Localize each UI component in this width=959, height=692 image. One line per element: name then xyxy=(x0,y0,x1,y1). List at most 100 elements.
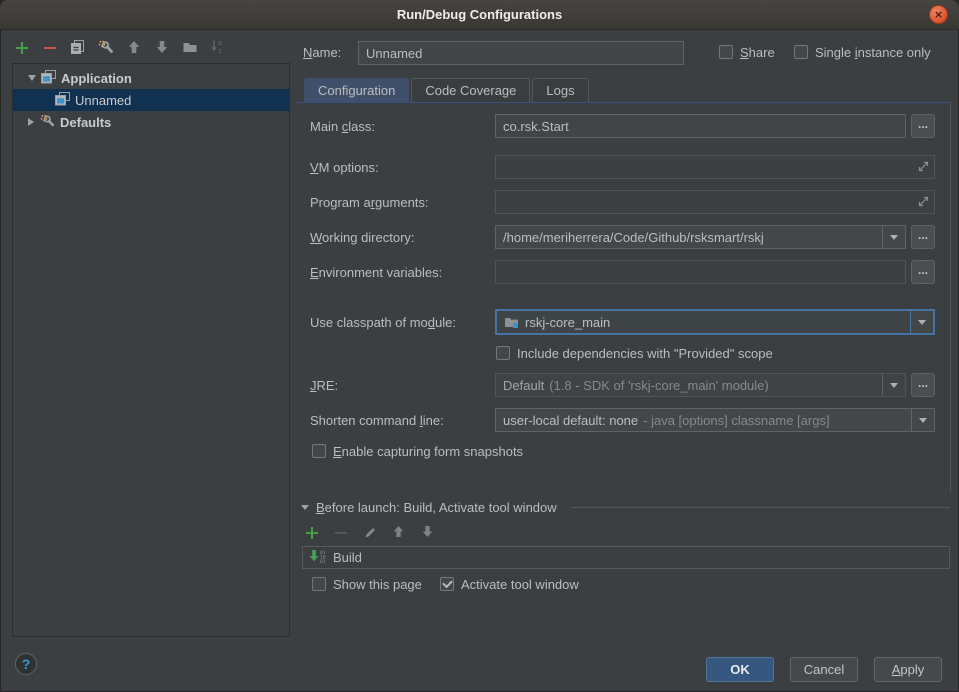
include-provided-checkbox-group[interactable]: Include dependencies with "Provided" sco… xyxy=(496,345,773,361)
tree-item-defaults[interactable]: Defaults xyxy=(13,111,289,133)
add-task-button[interactable] xyxy=(303,525,320,542)
copy-configuration-button[interactable] xyxy=(69,40,86,57)
wrench-icon xyxy=(97,39,114,58)
program-arguments-input[interactable] xyxy=(495,190,935,214)
window-title: Run/Debug Configurations xyxy=(0,0,959,29)
tab-code-coverage[interactable]: Code Coverage xyxy=(411,78,530,102)
close-button[interactable]: × xyxy=(929,5,948,24)
activate-tool-window-checkbox-group[interactable]: Activate tool window xyxy=(440,576,579,592)
add-configuration-button[interactable] xyxy=(13,40,30,57)
vm-options-input[interactable] xyxy=(495,155,935,179)
use-classpath-dropdown[interactable] xyxy=(910,311,933,333)
chevron-down-icon xyxy=(890,235,898,240)
minus-icon xyxy=(334,526,348,540)
remove-configuration-button[interactable] xyxy=(41,40,58,57)
jre-label: JRE: xyxy=(310,378,338,393)
include-provided-checkbox[interactable] xyxy=(496,346,510,360)
show-this-page-checkbox-group[interactable]: Show this page xyxy=(312,576,422,592)
svg-text:01: 01 xyxy=(320,559,326,564)
configurations-tree: Application Unnamed Defaults xyxy=(12,63,290,637)
environment-variables-input[interactable] xyxy=(495,260,906,284)
tree-item-unnamed[interactable]: Unnamed xyxy=(13,89,289,111)
share-checkbox-group[interactable]: Share xyxy=(719,44,775,60)
working-directory-label: Working directory: xyxy=(310,230,415,245)
working-directory-browse-button[interactable]: ... xyxy=(911,225,935,249)
include-provided-label: Include dependencies with "Provided" sco… xyxy=(517,346,773,361)
show-this-page-checkbox[interactable] xyxy=(312,577,326,591)
shorten-command-line-combo[interactable]: user-local default: none - java [options… xyxy=(495,408,935,432)
working-directory-combo[interactable]: /home/meriherrera/Code/Github/rsksmart/r… xyxy=(495,225,906,249)
tab-logs[interactable]: Logs xyxy=(532,78,588,102)
jre-value-secondary: (1.8 - SDK of 'rskj-core_main' module) xyxy=(549,378,769,393)
jre-value-primary: Default xyxy=(503,378,544,393)
module-icon xyxy=(504,316,519,329)
jre-dropdown[interactable] xyxy=(882,374,905,396)
working-directory-dropdown[interactable] xyxy=(882,226,905,248)
task-move-down-button[interactable] xyxy=(419,525,436,542)
chevron-down-icon xyxy=(919,418,927,423)
apply-button[interactable]: Apply xyxy=(874,657,942,682)
jre-combo[interactable]: Default (1.8 - SDK of 'rskj-core_main' m… xyxy=(495,373,906,397)
shorten-dropdown[interactable] xyxy=(911,409,934,431)
tree-expanded-icon[interactable] xyxy=(28,75,36,81)
svg-text:a: a xyxy=(218,40,222,47)
tree-item-label: Unnamed xyxy=(75,93,131,108)
help-button[interactable]: ? xyxy=(15,653,37,675)
chevron-down-icon xyxy=(890,383,898,388)
shorten-value-primary: user-local default: none xyxy=(503,413,638,428)
before-launch-title: Before launch: Build, Activate tool wind… xyxy=(316,500,557,515)
edit-task-button[interactable] xyxy=(361,525,378,542)
task-move-up-button[interactable] xyxy=(390,525,407,542)
environment-variables-label: Environment variables: xyxy=(310,265,442,280)
new-folder-button[interactable] xyxy=(181,40,198,57)
wrench-icon xyxy=(39,113,55,131)
working-directory-value: /home/meriherrera/Code/Github/rsksmart/r… xyxy=(503,230,764,245)
plus-icon xyxy=(15,41,29,55)
chevron-down-icon xyxy=(918,320,926,325)
application-type-icon xyxy=(55,92,70,109)
edit-defaults-button[interactable] xyxy=(97,40,114,57)
run-debug-configurations-dialog: Run/Debug Configurations × az xyxy=(0,0,959,692)
use-classpath-label: Use classpath of module: xyxy=(310,315,456,330)
tree-item-label: Defaults xyxy=(60,115,111,130)
before-launch-toolbar xyxy=(303,525,436,541)
share-checkbox[interactable] xyxy=(719,45,733,59)
enable-snapshots-label: Enable capturing form snapshots xyxy=(333,444,523,459)
before-launch-header[interactable]: Before launch: Build, Activate tool wind… xyxy=(301,500,950,515)
vm-options-label: VM options: xyxy=(310,160,379,175)
main-class-input[interactable] xyxy=(495,114,906,138)
tree-item-application[interactable]: Application xyxy=(13,67,289,89)
tab-bar: Configuration Code Coverage Logs xyxy=(304,78,589,102)
collapse-section-icon[interactable] xyxy=(301,505,309,510)
arrow-up-icon xyxy=(392,525,405,541)
shorten-value-secondary: - java [options] classname [args] xyxy=(643,413,829,428)
sort-alphabetically-button[interactable]: az xyxy=(209,40,226,57)
cancel-button[interactable]: Cancel xyxy=(790,657,858,682)
use-classpath-combo[interactable]: rskj-core_main xyxy=(495,309,935,335)
jre-browse-button[interactable]: ... xyxy=(911,373,935,397)
tab-configuration[interactable]: Configuration xyxy=(304,78,409,102)
enable-snapshots-checkbox-group[interactable]: Enable capturing form snapshots xyxy=(312,443,523,459)
program-arguments-label: Program arguments: xyxy=(310,195,429,210)
single-instance-checkbox[interactable] xyxy=(794,45,808,59)
task-item-build[interactable]: Build xyxy=(333,550,362,565)
show-this-page-label: Show this page xyxy=(333,577,422,592)
use-classpath-value: rskj-core_main xyxy=(525,315,610,330)
name-input[interactable] xyxy=(358,41,684,65)
single-instance-checkbox-group[interactable]: Single instance only xyxy=(794,44,931,60)
main-class-browse-button[interactable]: ... xyxy=(911,114,935,138)
arrow-down-icon xyxy=(155,40,169,57)
move-up-button[interactable] xyxy=(125,40,142,57)
tree-collapsed-icon[interactable] xyxy=(28,118,34,126)
enable-snapshots-checkbox[interactable] xyxy=(312,444,326,458)
ok-button[interactable]: OK xyxy=(706,657,774,682)
expand-field-icon[interactable] xyxy=(917,160,930,176)
minus-icon xyxy=(43,41,57,55)
environment-variables-browse-button[interactable]: ... xyxy=(911,260,935,284)
activate-tool-window-checkbox[interactable] xyxy=(440,577,454,591)
arrow-down-icon xyxy=(421,525,434,541)
move-down-button[interactable] xyxy=(153,40,170,57)
arrow-up-icon xyxy=(127,40,141,57)
expand-field-icon[interactable] xyxy=(917,195,930,211)
remove-task-button[interactable] xyxy=(332,525,349,542)
